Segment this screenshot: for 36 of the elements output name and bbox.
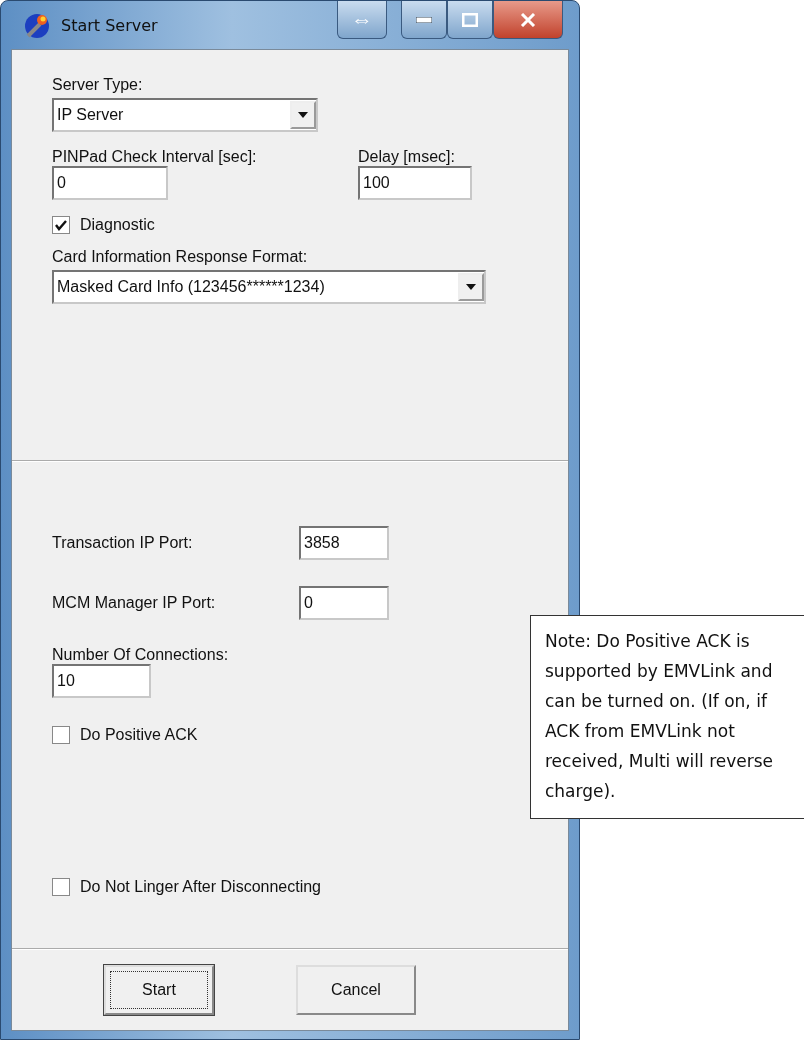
dropdown-button[interactable]: [458, 273, 484, 301]
field-label: MCM Manager IP Port:: [52, 594, 217, 612]
dropdown-button[interactable]: [290, 101, 316, 129]
input-field[interactable]: 0: [299, 586, 389, 620]
checkbox-label: Do Not Linger After Disconnecting: [80, 878, 321, 896]
field-label: Delay [msec]:: [358, 148, 456, 166]
input-field[interactable]: 3858: [299, 526, 389, 560]
dropdown[interactable]: Masked Card Info (123456******1234): [52, 270, 486, 304]
minimize-icon: [416, 16, 432, 23]
field-label: Server Type:: [52, 76, 144, 94]
torch-icon: [23, 11, 51, 39]
close-icon: [520, 12, 536, 27]
maximize-button[interactable]: [447, 1, 493, 39]
field-label: Number Of Connections:: [52, 646, 230, 664]
checkbox-label: Do Positive ACK: [80, 726, 198, 744]
checkbox-label: Diagnostic: [80, 216, 155, 234]
caret-icon: [466, 284, 476, 290]
close-button[interactable]: [493, 1, 563, 39]
minimize-button[interactable]: [401, 1, 447, 39]
input-field[interactable]: 0: [52, 166, 168, 200]
dropdown[interactable]: IP Server: [52, 98, 318, 132]
maximize-icon: [462, 12, 478, 27]
field-label: Card Information Response Format:: [52, 248, 309, 266]
checkmark-icon: [55, 219, 67, 231]
note-text: Note: Do Positive ACK is supported by EMVLink and can be turned on. (If on, if ACK from EMVLink not received, Multi will reverse charge).: [530, 615, 804, 819]
checkbox[interactable]: [52, 726, 70, 744]
field-label: Transaction IP Port:: [52, 534, 194, 552]
input-field[interactable]: 100: [358, 166, 472, 200]
dialog-button[interactable]: Start: [104, 965, 214, 1015]
field-label: PINPad Check Interval [sec]:: [52, 148, 257, 166]
caret-icon: [298, 112, 308, 118]
window-title: Start Server: [61, 15, 158, 35]
checkbox[interactable]: [52, 878, 70, 896]
checkbox[interactable]: [52, 216, 70, 234]
dialog-button[interactable]: Cancel: [296, 965, 416, 1015]
input-field[interactable]: 10: [52, 664, 151, 698]
